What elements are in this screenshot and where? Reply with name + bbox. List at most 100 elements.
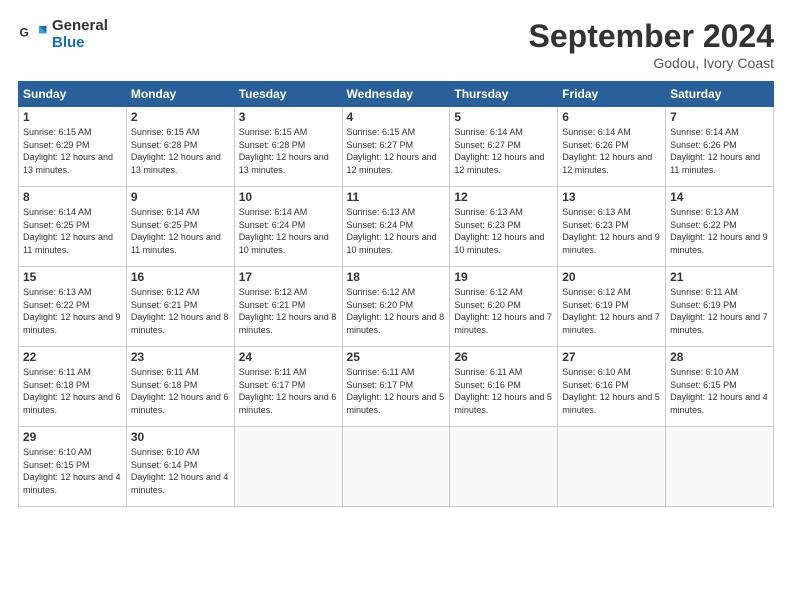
calendar-cell — [342, 427, 450, 507]
day-number: 29 — [23, 430, 122, 444]
logo-line1: General — [52, 18, 108, 35]
day-number: 17 — [239, 270, 338, 284]
day-number: 8 — [23, 190, 122, 204]
title-area: September 2024 Godou, Ivory Coast — [529, 18, 774, 71]
day-info: Sunrise: 6:14 AMSunset: 6:27 PMDaylight:… — [454, 126, 553, 176]
weekday-header: Wednesday — [342, 82, 450, 107]
day-info: Sunrise: 6:12 AMSunset: 6:20 PMDaylight:… — [454, 286, 553, 336]
calendar-cell: 1 Sunrise: 6:15 AMSunset: 6:29 PMDayligh… — [19, 107, 127, 187]
day-number: 2 — [131, 110, 230, 124]
day-info: Sunrise: 6:14 AMSunset: 6:25 PMDaylight:… — [23, 206, 122, 256]
calendar-cell: 21 Sunrise: 6:11 AMSunset: 6:19 PMDaylig… — [666, 267, 774, 347]
day-info: Sunrise: 6:14 AMSunset: 6:26 PMDaylight:… — [562, 126, 661, 176]
calendar-page: G General Blue September 2024 Godou, Ivo… — [0, 0, 792, 612]
day-info: Sunrise: 6:11 AMSunset: 6:18 PMDaylight:… — [23, 366, 122, 416]
svg-text:G: G — [20, 25, 29, 39]
day-number: 24 — [239, 350, 338, 364]
day-info: Sunrise: 6:10 AMSunset: 6:14 PMDaylight:… — [131, 446, 230, 496]
day-info: Sunrise: 6:11 AMSunset: 6:16 PMDaylight:… — [454, 366, 553, 416]
day-number: 27 — [562, 350, 661, 364]
calendar-cell: 28 Sunrise: 6:10 AMSunset: 6:15 PMDaylig… — [666, 347, 774, 427]
day-number: 12 — [454, 190, 553, 204]
calendar-cell — [234, 427, 342, 507]
day-info: Sunrise: 6:12 AMSunset: 6:20 PMDaylight:… — [347, 286, 446, 336]
calendar-cell: 16 Sunrise: 6:12 AMSunset: 6:21 PMDaylig… — [126, 267, 234, 347]
day-number: 18 — [347, 270, 446, 284]
day-info: Sunrise: 6:13 AMSunset: 6:22 PMDaylight:… — [670, 206, 769, 256]
calendar-cell: 19 Sunrise: 6:12 AMSunset: 6:20 PMDaylig… — [450, 267, 558, 347]
day-number: 19 — [454, 270, 553, 284]
calendar-cell: 18 Sunrise: 6:12 AMSunset: 6:20 PMDaylig… — [342, 267, 450, 347]
day-info: Sunrise: 6:15 AMSunset: 6:28 PMDaylight:… — [239, 126, 338, 176]
day-info: Sunrise: 6:10 AMSunset: 6:15 PMDaylight:… — [23, 446, 122, 496]
day-info: Sunrise: 6:14 AMSunset: 6:26 PMDaylight:… — [670, 126, 769, 176]
calendar-body: 1 Sunrise: 6:15 AMSunset: 6:29 PMDayligh… — [19, 107, 774, 507]
day-info: Sunrise: 6:15 AMSunset: 6:27 PMDaylight:… — [347, 126, 446, 176]
day-info: Sunrise: 6:15 AMSunset: 6:28 PMDaylight:… — [131, 126, 230, 176]
calendar-cell — [450, 427, 558, 507]
calendar-week-row: 1 Sunrise: 6:15 AMSunset: 6:29 PMDayligh… — [19, 107, 774, 187]
calendar-week-row: 15 Sunrise: 6:13 AMSunset: 6:22 PMDaylig… — [19, 267, 774, 347]
calendar-cell — [558, 427, 666, 507]
calendar-cell: 30 Sunrise: 6:10 AMSunset: 6:14 PMDaylig… — [126, 427, 234, 507]
day-info: Sunrise: 6:12 AMSunset: 6:19 PMDaylight:… — [562, 286, 661, 336]
day-info: Sunrise: 6:14 AMSunset: 6:25 PMDaylight:… — [131, 206, 230, 256]
calendar-header-row: SundayMondayTuesdayWednesdayThursdayFrid… — [19, 82, 774, 107]
calendar-cell: 25 Sunrise: 6:11 AMSunset: 6:17 PMDaylig… — [342, 347, 450, 427]
logo-icon: G — [18, 20, 48, 50]
day-number: 28 — [670, 350, 769, 364]
calendar-table: SundayMondayTuesdayWednesdayThursdayFrid… — [18, 81, 774, 507]
calendar-cell: 2 Sunrise: 6:15 AMSunset: 6:28 PMDayligh… — [126, 107, 234, 187]
day-number: 9 — [131, 190, 230, 204]
calendar-cell: 22 Sunrise: 6:11 AMSunset: 6:18 PMDaylig… — [19, 347, 127, 427]
location: Godou, Ivory Coast — [529, 55, 774, 71]
day-info: Sunrise: 6:11 AMSunset: 6:17 PMDaylight:… — [239, 366, 338, 416]
page-header: G General Blue September 2024 Godou, Ivo… — [18, 18, 774, 71]
weekday-header: Friday — [558, 82, 666, 107]
day-number: 20 — [562, 270, 661, 284]
day-number: 23 — [131, 350, 230, 364]
month-title: September 2024 — [529, 18, 774, 55]
day-number: 11 — [347, 190, 446, 204]
day-number: 1 — [23, 110, 122, 124]
day-info: Sunrise: 6:15 AMSunset: 6:29 PMDaylight:… — [23, 126, 122, 176]
day-number: 4 — [347, 110, 446, 124]
day-number: 7 — [670, 110, 769, 124]
calendar-cell: 5 Sunrise: 6:14 AMSunset: 6:27 PMDayligh… — [450, 107, 558, 187]
day-info: Sunrise: 6:14 AMSunset: 6:24 PMDaylight:… — [239, 206, 338, 256]
day-number: 10 — [239, 190, 338, 204]
calendar-cell: 24 Sunrise: 6:11 AMSunset: 6:17 PMDaylig… — [234, 347, 342, 427]
day-number: 22 — [23, 350, 122, 364]
calendar-cell: 23 Sunrise: 6:11 AMSunset: 6:18 PMDaylig… — [126, 347, 234, 427]
calendar-cell: 15 Sunrise: 6:13 AMSunset: 6:22 PMDaylig… — [19, 267, 127, 347]
calendar-week-row: 22 Sunrise: 6:11 AMSunset: 6:18 PMDaylig… — [19, 347, 774, 427]
day-number: 15 — [23, 270, 122, 284]
day-info: Sunrise: 6:12 AMSunset: 6:21 PMDaylight:… — [239, 286, 338, 336]
calendar-cell: 8 Sunrise: 6:14 AMSunset: 6:25 PMDayligh… — [19, 187, 127, 267]
calendar-cell: 20 Sunrise: 6:12 AMSunset: 6:19 PMDaylig… — [558, 267, 666, 347]
calendar-cell: 29 Sunrise: 6:10 AMSunset: 6:15 PMDaylig… — [19, 427, 127, 507]
day-number: 16 — [131, 270, 230, 284]
weekday-header: Saturday — [666, 82, 774, 107]
day-number: 5 — [454, 110, 553, 124]
calendar-week-row: 29 Sunrise: 6:10 AMSunset: 6:15 PMDaylig… — [19, 427, 774, 507]
day-info: Sunrise: 6:10 AMSunset: 6:15 PMDaylight:… — [670, 366, 769, 416]
calendar-cell: 12 Sunrise: 6:13 AMSunset: 6:23 PMDaylig… — [450, 187, 558, 267]
calendar-cell: 17 Sunrise: 6:12 AMSunset: 6:21 PMDaylig… — [234, 267, 342, 347]
calendar-cell: 14 Sunrise: 6:13 AMSunset: 6:22 PMDaylig… — [666, 187, 774, 267]
day-number: 25 — [347, 350, 446, 364]
day-info: Sunrise: 6:13 AMSunset: 6:23 PMDaylight:… — [454, 206, 553, 256]
calendar-cell: 3 Sunrise: 6:15 AMSunset: 6:28 PMDayligh… — [234, 107, 342, 187]
calendar-cell: 27 Sunrise: 6:10 AMSunset: 6:16 PMDaylig… — [558, 347, 666, 427]
calendar-cell: 6 Sunrise: 6:14 AMSunset: 6:26 PMDayligh… — [558, 107, 666, 187]
day-number: 6 — [562, 110, 661, 124]
day-number: 21 — [670, 270, 769, 284]
day-info: Sunrise: 6:13 AMSunset: 6:24 PMDaylight:… — [347, 206, 446, 256]
calendar-week-row: 8 Sunrise: 6:14 AMSunset: 6:25 PMDayligh… — [19, 187, 774, 267]
logo-line2: Blue — [52, 35, 108, 52]
day-info: Sunrise: 6:11 AMSunset: 6:18 PMDaylight:… — [131, 366, 230, 416]
day-number: 30 — [131, 430, 230, 444]
day-info: Sunrise: 6:10 AMSunset: 6:16 PMDaylight:… — [562, 366, 661, 416]
calendar-cell: 10 Sunrise: 6:14 AMSunset: 6:24 PMDaylig… — [234, 187, 342, 267]
calendar-cell: 9 Sunrise: 6:14 AMSunset: 6:25 PMDayligh… — [126, 187, 234, 267]
